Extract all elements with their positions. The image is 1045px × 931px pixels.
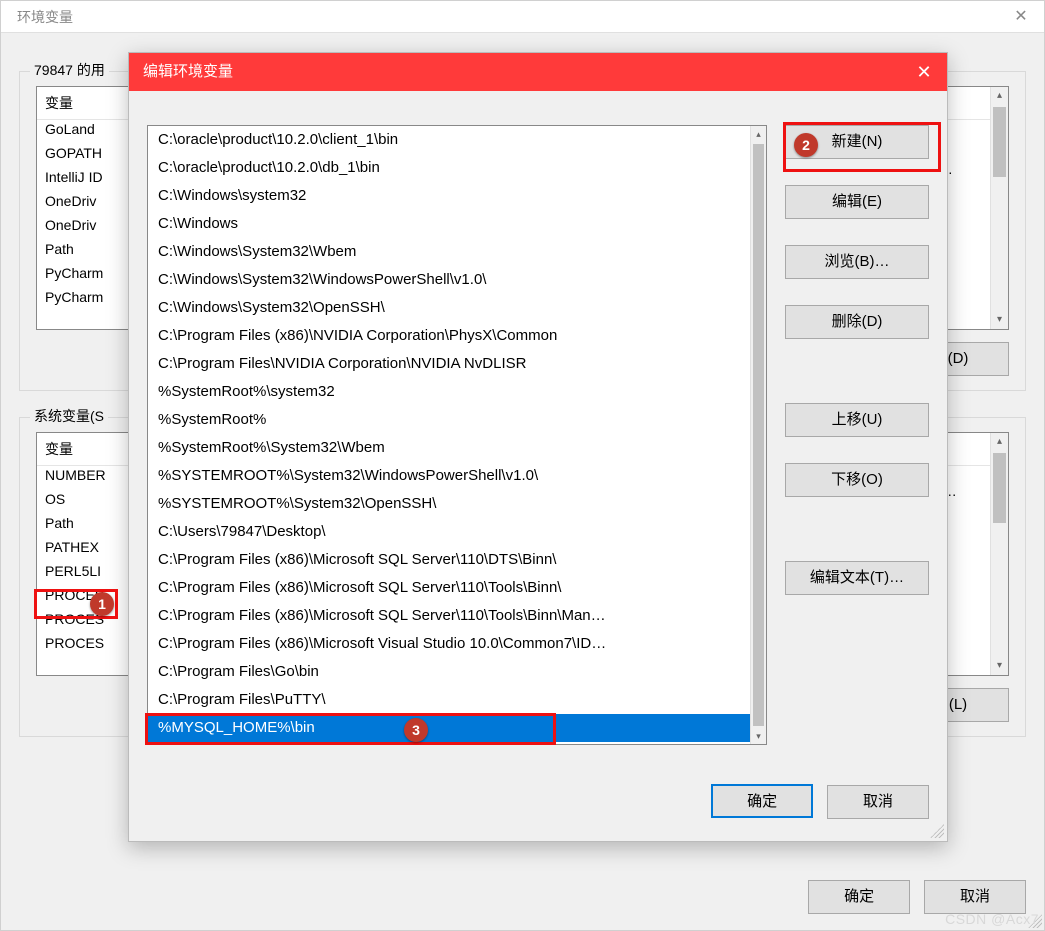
path-row[interactable]: C:\Program Files\Go\bin — [148, 658, 750, 686]
path-row[interactable]: %SystemRoot%\System32\Wbem — [148, 434, 750, 462]
modal-ok-button[interactable]: 确定 — [711, 784, 813, 818]
scroll-down-icon[interactable]: ▾ — [991, 657, 1008, 675]
system-scrollbar[interactable]: ▴ ▾ — [990, 433, 1008, 675]
resize-grip-icon[interactable] — [1028, 914, 1042, 928]
edit-button[interactable]: 编辑(E) — [785, 185, 929, 219]
path-row[interactable]: C:\Program Files\PuTTY\ — [148, 686, 750, 714]
path-row[interactable]: C:\Windows\System32\Wbem — [148, 238, 750, 266]
path-row[interactable]: %SystemRoot% — [148, 406, 750, 434]
parent-cancel-button[interactable]: 取消 — [924, 880, 1026, 914]
path-row[interactable]: C:\Windows — [148, 210, 750, 238]
scroll-down-icon[interactable]: ▾ — [751, 728, 766, 744]
modal-close-icon[interactable]: ✕ — [901, 53, 947, 91]
browse-button[interactable]: 浏览(B)… — [785, 245, 929, 279]
path-row[interactable]: C:\Windows\system32 — [148, 182, 750, 210]
path-row[interactable]: %SystemRoot%\system32 — [148, 378, 750, 406]
parent-footer: 确定 取消 — [798, 880, 1026, 914]
scroll-thumb[interactable] — [993, 453, 1006, 523]
edit-env-var-dialog: 编辑环境变量 ✕ C:\oracle\product\10.2.0\client… — [128, 52, 948, 842]
modal-scrollbar[interactable]: ▴ ▾ — [750, 126, 766, 744]
resize-grip-icon[interactable] — [930, 824, 944, 838]
path-row[interactable]: C:\Program Files (x86)\Microsoft SQL Ser… — [148, 574, 750, 602]
path-row[interactable]: C:\Program Files (x86)\Microsoft SQL Ser… — [148, 602, 750, 630]
path-row[interactable]: %SYSTEMROOT%\System32\OpenSSH\ — [148, 490, 750, 518]
modal-titlebar[interactable]: 编辑环境变量 ✕ — [129, 53, 947, 91]
path-row[interactable]: C:\oracle\product\10.2.0\db_1\bin — [148, 154, 750, 182]
modal-footer: 确定 取消 — [701, 784, 929, 819]
move-up-button[interactable]: 上移(U) — [785, 403, 929, 437]
path-row[interactable]: %MYSQL_HOME%\bin — [148, 714, 750, 742]
user-scrollbar[interactable]: ▴ ▾ — [990, 87, 1008, 329]
scroll-up-icon[interactable]: ▴ — [991, 433, 1008, 451]
scroll-down-icon[interactable]: ▾ — [991, 311, 1008, 329]
path-row[interactable]: C:\Program Files (x86)\Microsoft Visual … — [148, 630, 750, 658]
new-button[interactable]: 新建(N) — [785, 125, 929, 159]
path-row[interactable]: C:\Users\79847\Desktop\ — [148, 518, 750, 546]
scroll-thumb[interactable] — [993, 107, 1006, 177]
modal-side-buttons: 新建(N) 编辑(E) 浏览(B)… 删除(D) 上移(U) 下移(O) 编辑文… — [785, 125, 929, 621]
path-row[interactable]: C:\Program Files\NVIDIA Corporation\NVID… — [148, 350, 750, 378]
parent-ok-button[interactable]: 确定 — [808, 880, 910, 914]
parent-close-icon[interactable]: ✕ — [998, 1, 1044, 33]
path-entries-list[interactable]: C:\oracle\product\10.2.0\client_1\binC:\… — [147, 125, 767, 745]
path-row[interactable]: %SYSTEMROOT%\System32\WindowsPowerShell\… — [148, 462, 750, 490]
edit-text-button[interactable]: 编辑文本(T)… — [785, 561, 929, 595]
modal-title: 编辑环境变量 — [143, 63, 233, 80]
scroll-thumb[interactable] — [753, 144, 764, 726]
path-rows: C:\oracle\product\10.2.0\client_1\binC:\… — [148, 126, 750, 744]
scroll-up-icon[interactable]: ▴ — [991, 87, 1008, 105]
scroll-up-icon[interactable]: ▴ — [751, 126, 766, 142]
path-row[interactable]: C:\Program Files (x86)\Microsoft SQL Ser… — [148, 546, 750, 574]
path-row[interactable]: C:\Windows\System32\WindowsPowerShell\v1… — [148, 266, 750, 294]
modal-cancel-button[interactable]: 取消 — [827, 785, 929, 819]
delete-button[interactable]: 删除(D) — [785, 305, 929, 339]
parent-title: 环境变量 — [1, 1, 1044, 33]
path-row[interactable]: C:\oracle\product\10.2.0\client_1\bin — [148, 126, 750, 154]
move-down-button[interactable]: 下移(O) — [785, 463, 929, 497]
path-row[interactable]: C:\Windows\System32\OpenSSH\ — [148, 294, 750, 322]
path-row[interactable]: C:\Program Files (x86)\NVIDIA Corporatio… — [148, 322, 750, 350]
